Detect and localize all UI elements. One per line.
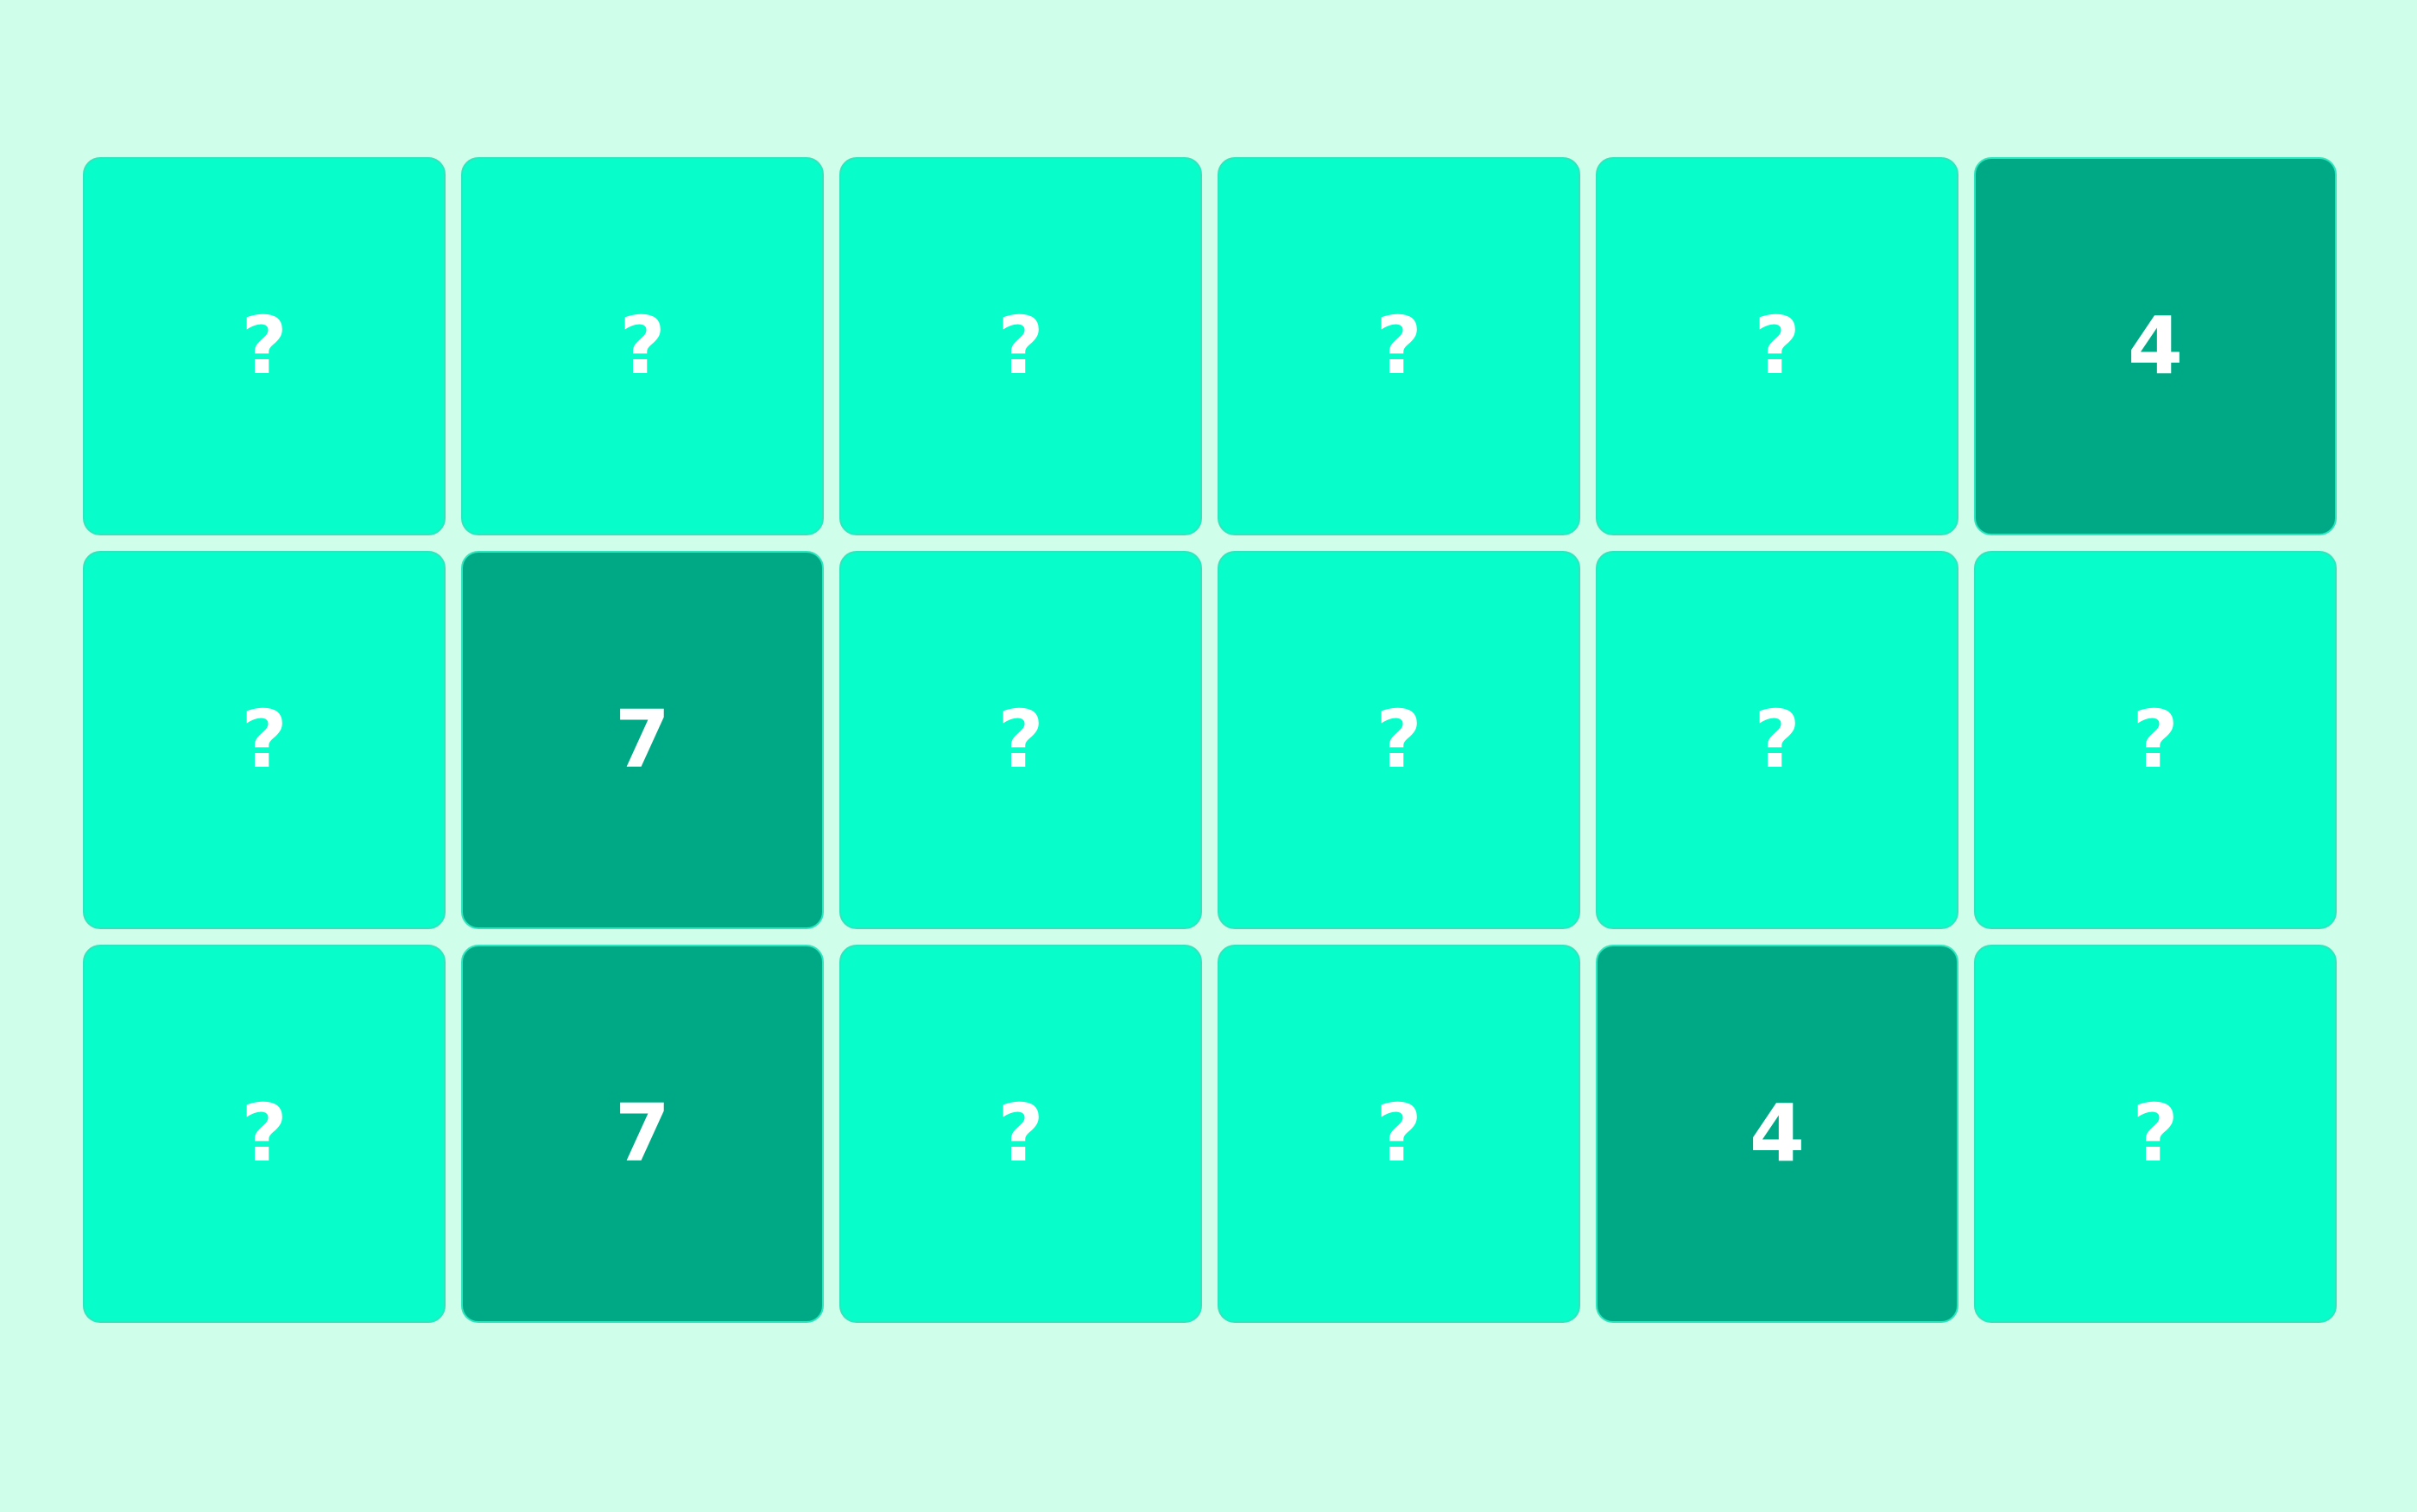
memory-card[interactable]: ? bbox=[83, 157, 446, 535]
memory-card[interactable]: 4 bbox=[1596, 945, 1958, 1323]
memory-card[interactable]: 7 bbox=[461, 945, 824, 1323]
memory-card[interactable]: ? bbox=[1596, 551, 1958, 929]
memory-card[interactable]: ? bbox=[83, 945, 446, 1323]
memory-card[interactable]: ? bbox=[1218, 945, 1580, 1323]
memory-card[interactable]: ? bbox=[1218, 551, 1580, 929]
memory-card[interactable]: ? bbox=[839, 945, 1202, 1323]
memory-card[interactable]: 4 bbox=[1974, 157, 2337, 535]
memory-card[interactable]: 7 bbox=[461, 551, 824, 929]
memory-card[interactable]: ? bbox=[83, 551, 446, 929]
memory-card[interactable]: ? bbox=[1974, 551, 2337, 929]
memory-card[interactable]: ? bbox=[839, 551, 1202, 929]
memory-card[interactable]: ? bbox=[1596, 157, 1958, 535]
memory-card-grid: ? ? ? ? ? 4 ? 7 ? ? ? ? ? 7 ? ? 4 ? bbox=[83, 157, 2337, 1323]
memory-card[interactable]: ? bbox=[1218, 157, 1580, 535]
memory-card[interactable]: ? bbox=[461, 157, 824, 535]
memory-card[interactable]: ? bbox=[1974, 945, 2337, 1323]
memory-card[interactable]: ? bbox=[839, 157, 1202, 535]
